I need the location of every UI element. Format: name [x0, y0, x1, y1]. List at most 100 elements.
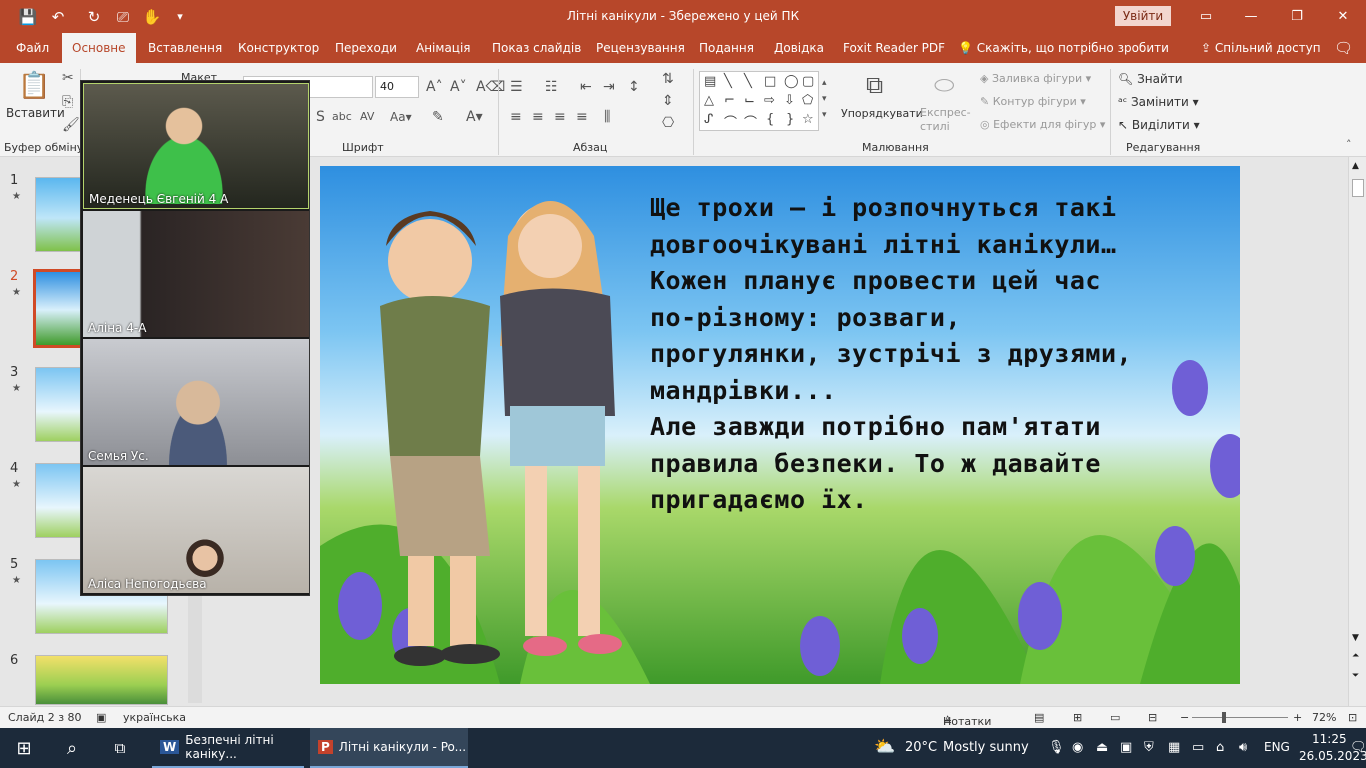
slideshow-view-icon[interactable]: ⊟ — [1148, 711, 1157, 724]
shape-outline-button[interactable]: ✎ Контур фігури ▾ — [980, 95, 1086, 108]
increase-indent-icon[interactable]: ⇥ — [603, 79, 615, 95]
undo-icon[interactable]: ↶ — [44, 0, 72, 33]
zoom-in-icon[interactable]: + — [1293, 711, 1302, 724]
tab-insert[interactable]: Вставлення — [148, 33, 222, 63]
text-direction-icon[interactable]: ⇅ — [662, 71, 674, 87]
align-center-icon[interactable]: ≡ — [532, 109, 544, 125]
shape-fill-button[interactable]: ◈ Заливка фігури ▾ — [980, 72, 1091, 85]
tray-icon[interactable]: ▦ — [1168, 740, 1180, 755]
strikethrough-icon[interactable]: abc — [332, 109, 352, 125]
highlight-icon[interactable]: ✎ — [432, 109, 444, 125]
microphone-icon[interactable]: 🎙︎ — [1048, 740, 1065, 755]
comments-icon[interactable]: 🗨 — [1334, 33, 1353, 63]
star-shape-icon[interactable]: ☆ — [802, 112, 814, 127]
brace-right-shape-icon[interactable]: } — [786, 112, 794, 127]
app-tray-icon[interactable]: ▣ — [1120, 740, 1132, 755]
editor-scrollbar[interactable]: ▲ ▼ ⏶ ⏷ — [1348, 157, 1366, 706]
shapes-gallery[interactable]: ▤ ╲ ╲ □ ◯ ▢ △ ⌐ ⌙ ⇨ ⇩ ⬠ ᔑ ⌒ ⌒ { } ☆ — [699, 71, 819, 131]
arrow-down-shape-icon[interactable]: ⇩ — [784, 93, 795, 108]
spellcheck-icon[interactable]: ▣ — [96, 711, 106, 724]
arrow-right-shape-icon[interactable]: ⇨ — [764, 93, 775, 108]
tab-view[interactable]: Подання — [699, 33, 754, 63]
slide-thumbnail-6[interactable] — [35, 655, 168, 705]
tab-help[interactable]: Довідка — [774, 33, 824, 63]
slide-text-box[interactable]: Ще трохи — і розпочнуться такі довгоочік… — [650, 190, 1150, 519]
slide-2[interactable]: Ще трохи — і розпочнуться такі довгоочік… — [320, 166, 1240, 684]
tell-me-search[interactable]: 💡 Скажіть, що потрібно зробити — [958, 33, 1169, 63]
notifications-icon[interactable]: 🗨 — [1350, 740, 1366, 755]
paste-icon[interactable]: 📋 — [18, 71, 50, 101]
save-icon[interactable]: 💾 — [14, 0, 42, 33]
decrease-indent-icon[interactable]: ⇤ — [580, 79, 592, 95]
video-call-panel[interactable]: Меденець Євгеній 4 А Аліна 4-А Семья Ус.… — [80, 80, 310, 596]
copy-icon[interactable]: ⎘ — [62, 94, 73, 110]
reading-view-icon[interactable]: ▭ — [1110, 711, 1120, 724]
arrange-icon[interactable]: ⧉ — [866, 71, 883, 99]
usb-icon[interactable]: ⏏ — [1096, 740, 1108, 755]
touch-mode-icon[interactable]: ✋ — [138, 0, 166, 33]
tab-slideshow[interactable]: Показ слайдів — [492, 33, 581, 63]
zoom-slider-thumb[interactable] — [1222, 712, 1226, 723]
weather-text[interactable]: Mostly sunny — [943, 740, 1029, 755]
connector-shape-icon[interactable]: ⌙ — [744, 93, 755, 108]
tab-file[interactable]: Файл — [16, 33, 49, 63]
language-indicator[interactable]: українська — [123, 711, 186, 724]
quick-styles-icon[interactable]: ⬭ — [934, 71, 955, 99]
zoom-level[interactable]: 72% — [1312, 711, 1336, 724]
line-shape-icon[interactable]: ╲ — [744, 74, 752, 89]
flowchart-shape-icon[interactable]: ⬠ — [802, 93, 813, 108]
line-spacing-icon[interactable]: ↕ — [628, 79, 640, 95]
find-button[interactable]: 🔍︎ Знайти — [1118, 72, 1183, 86]
arrange-button[interactable]: Упорядкувати — [841, 107, 923, 120]
clear-format-icon[interactable]: A⌫ — [476, 79, 505, 95]
zoom-tray-icon[interactable]: ◉ — [1072, 740, 1083, 755]
cut-icon[interactable]: ✂ — [62, 70, 74, 86]
char-spacing-icon[interactable]: AV — [360, 109, 374, 125]
numbering-icon[interactable]: ☷ — [545, 79, 558, 95]
shapes-more-icon[interactable]: ▴ ▾ ▾ — [822, 75, 827, 123]
change-case-icon[interactable]: Aa▾ — [390, 109, 412, 125]
participant-video[interactable]: Аліса Непогодьєва — [83, 467, 309, 593]
weather-icon[interactable]: ⛅ — [874, 737, 895, 757]
zoom-out-icon[interactable]: − — [1180, 711, 1189, 724]
align-left-icon[interactable]: ≡ — [510, 109, 522, 125]
shape-effects-button[interactable]: ◎ Ефекти для фігур ▾ — [980, 118, 1105, 131]
network-icon[interactable]: ⌂ — [1216, 740, 1224, 755]
prev-slide-icon[interactable]: ⏶ — [1352, 651, 1359, 661]
tab-review[interactable]: Рецензування — [596, 33, 685, 63]
bullets-icon[interactable]: ☰ — [510, 79, 523, 95]
search-icon[interactable]: ⌕ — [48, 728, 96, 768]
shadow-icon[interactable]: S — [316, 109, 325, 125]
quick-styles-button[interactable]: Експрес-стилі — [920, 106, 972, 134]
curve-shape-icon[interactable]: ⌒ — [744, 112, 757, 131]
align-right-icon[interactable]: ≡ — [554, 109, 566, 125]
maximize-button[interactable]: ❐ — [1274, 0, 1320, 33]
shrink-font-icon[interactable]: A˅ — [450, 79, 467, 95]
zoom-slider[interactable] — [1192, 717, 1288, 718]
participant-video[interactable]: Меденець Євгеній 4 А — [83, 83, 309, 209]
font-color-icon[interactable]: A▾ — [466, 109, 483, 125]
clock-time[interactable]: 11:25 — [1312, 732, 1347, 746]
rounded-rect-shape-icon[interactable]: ▢ — [802, 74, 814, 89]
taskbar-app-word[interactable]: W Безпечні літні каніку... — [152, 728, 304, 768]
tab-animations[interactable]: Анімація — [416, 33, 471, 63]
close-button[interactable]: ✕ — [1320, 0, 1366, 33]
task-view-icon[interactable]: ⧉ — [96, 728, 144, 768]
oval-shape-icon[interactable]: ◯ — [784, 74, 799, 89]
display-icon[interactable]: ▭ — [1192, 740, 1204, 755]
slide-sorter-icon[interactable]: ⊞ — [1073, 711, 1082, 724]
weather-temp[interactable]: 20°C — [905, 740, 937, 755]
align-text-icon[interactable]: ⇕ — [662, 93, 674, 109]
collapse-ribbon-icon[interactable]: ˄ — [1346, 137, 1352, 153]
tab-foxit[interactable]: Foxit Reader PDF — [843, 33, 945, 63]
select-button[interactable]: ↖ Виділити ▾ — [1118, 118, 1200, 132]
customize-qat-icon[interactable]: ▾ — [166, 0, 194, 33]
rectangle-shape-icon[interactable]: □ — [764, 74, 776, 89]
grow-font-icon[interactable]: A˄ — [426, 79, 443, 95]
freeform-shape-icon[interactable]: ᔑ — [704, 112, 713, 127]
format-painter-icon[interactable]: 🖌 — [62, 117, 80, 133]
start-button[interactable]: ⊞ — [0, 728, 48, 768]
scroll-up-icon[interactable]: ▲ — [1352, 161, 1359, 171]
sign-in-button[interactable]: Увійти — [1115, 6, 1171, 26]
columns-icon[interactable]: ⫼ — [604, 109, 610, 125]
